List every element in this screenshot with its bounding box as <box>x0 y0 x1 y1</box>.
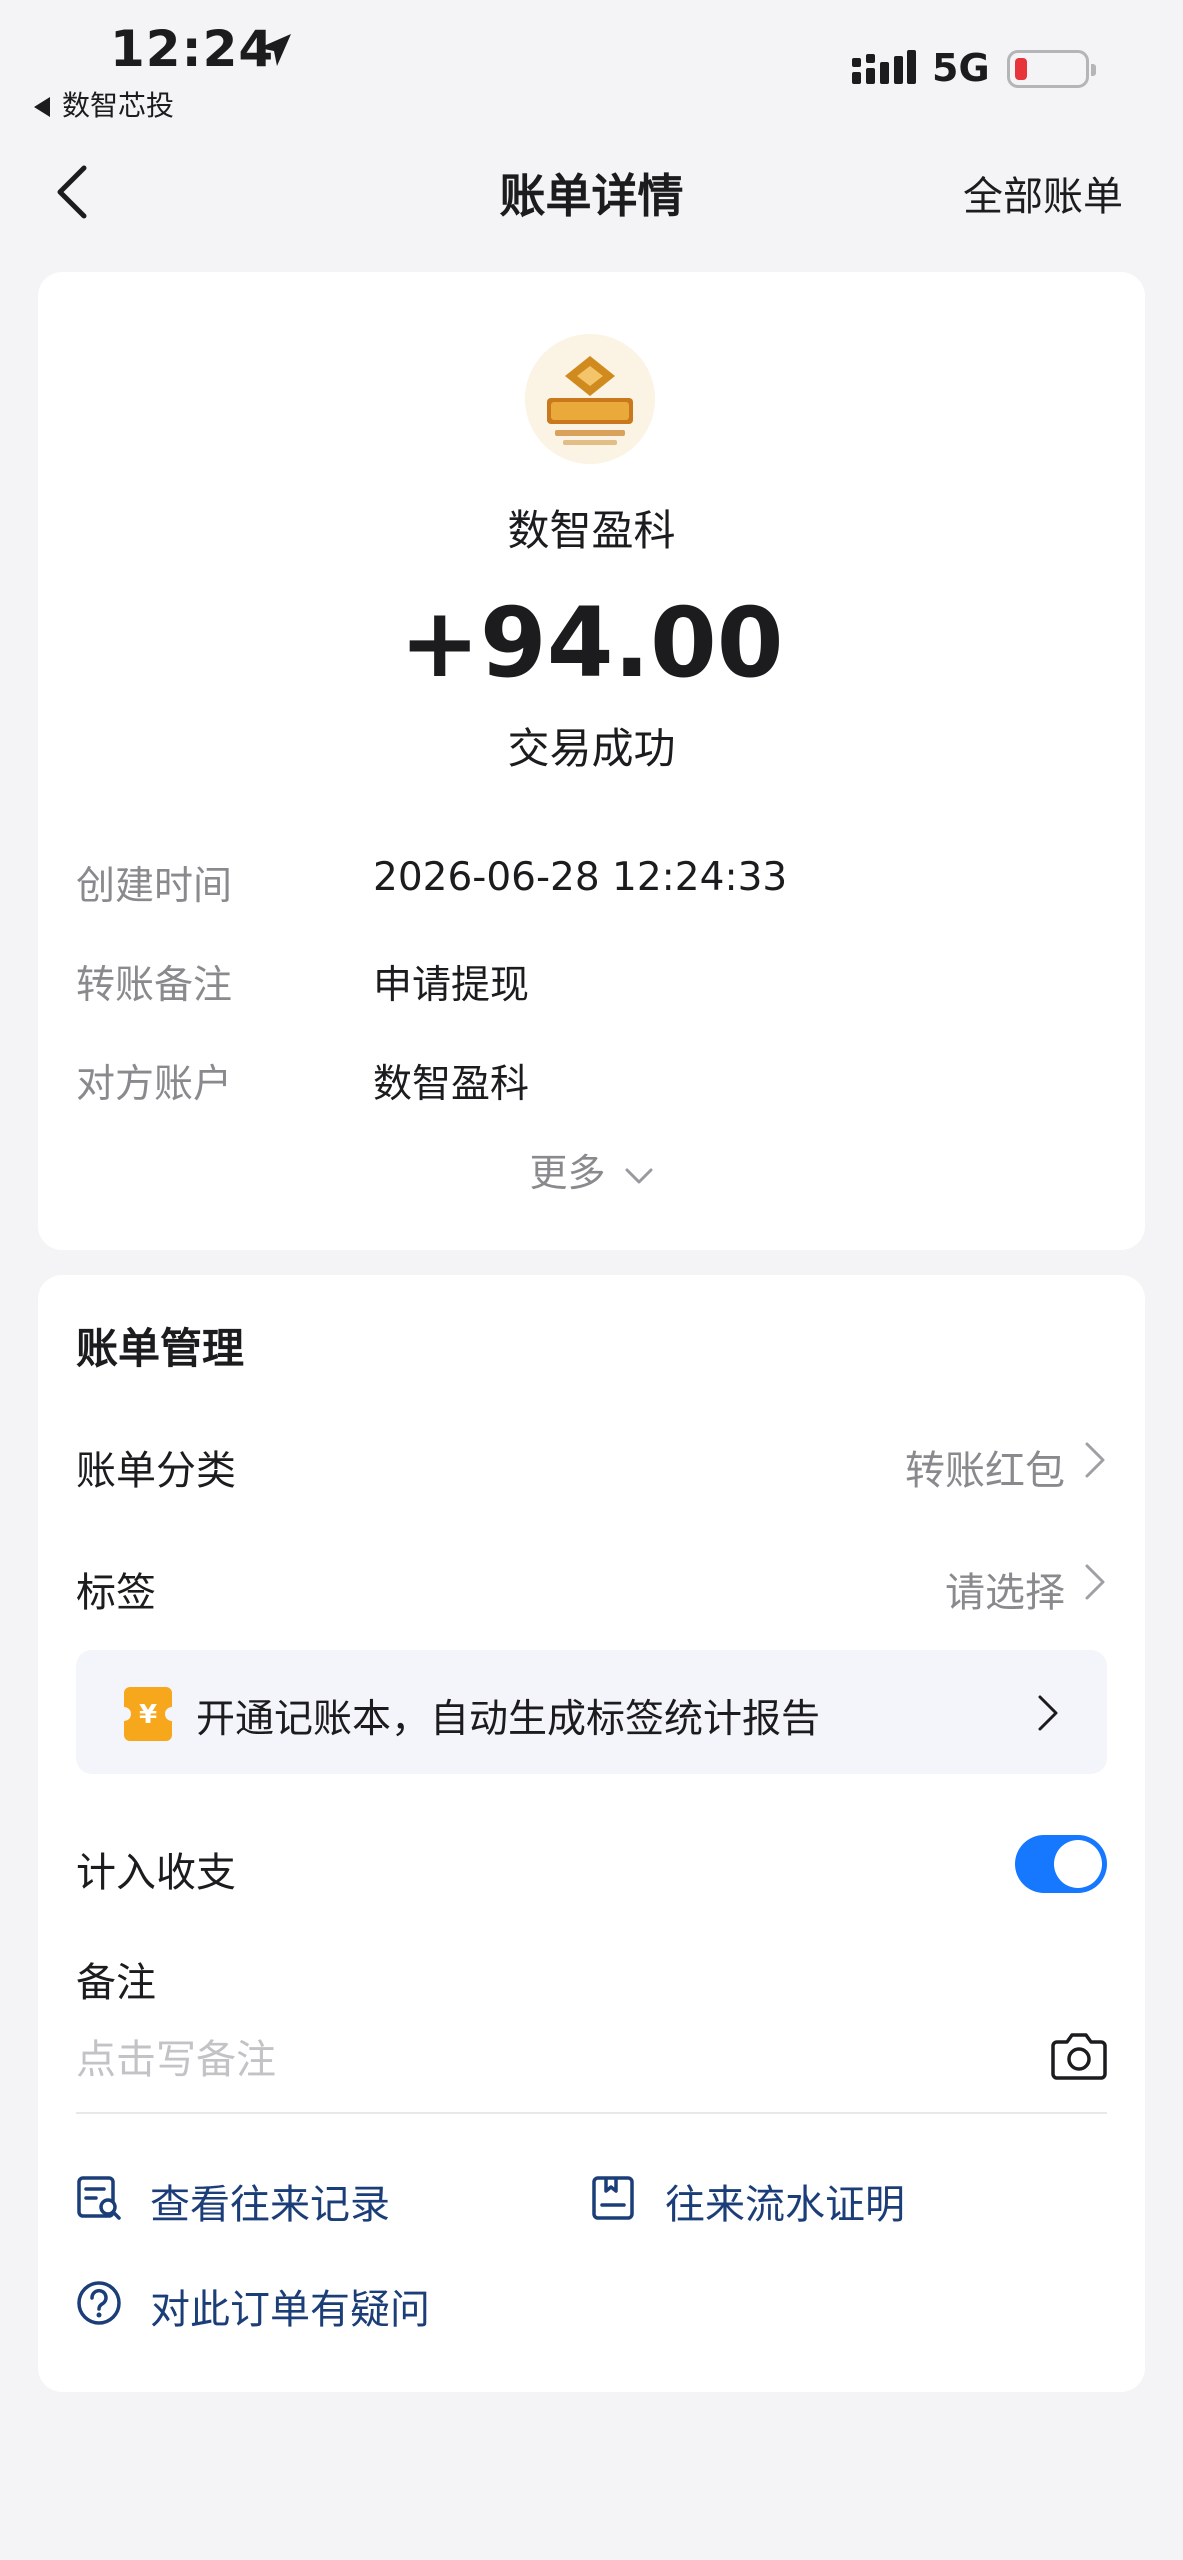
chevron-right-icon <box>1038 1695 1058 1731</box>
records-search-icon <box>77 2176 121 2220</box>
back-app-label: 数智芯投 <box>62 89 175 122</box>
transaction-status: 交易成功 <box>507 724 676 773</box>
status-time: 12:24 <box>110 20 275 78</box>
promo-text: 开通记账本，自动生成标签统计报告 <box>196 1697 821 1742</box>
battery-icon <box>1007 50 1096 88</box>
chevron-right-icon <box>1085 1564 1105 1600</box>
chevron-down-icon <box>625 1168 653 1183</box>
divider <box>76 2112 1107 2114</box>
question-circle-icon <box>77 2281 121 2325</box>
signal-icon <box>852 50 916 84</box>
include-in-stats-toggle[interactable] <box>1015 1835 1107 1893</box>
bookkeeping-promo-banner[interactable]: ¥ 开通记账本，自动生成标签统计报告 <box>76 1650 1107 1774</box>
statement-proof-label: 往来流水证明 <box>665 2182 905 2228</box>
include-in-stats-label: 计入收支 <box>76 1850 236 1896</box>
bill-management-card: 账单管理 账单分类 转账红包 标签 请选择 ¥ 开通记账本，自动生成标签统计报告… <box>38 1275 1145 2392</box>
created-time-value: 2026-06-28 12:24:33 <box>373 855 788 900</box>
merchant-logo <box>525 334 655 464</box>
merchant-logo-icon <box>525 334 655 464</box>
category-value: 转账红包 <box>905 1448 1065 1494</box>
created-time-label: 创建时间 <box>76 864 233 909</box>
category-label: 账单分类 <box>76 1448 236 1494</box>
status-bar: 12:24 数智芯投 5G <box>0 0 1183 130</box>
back-triangle-icon <box>34 97 50 117</box>
svg-text:¥: ¥ <box>139 1700 157 1730</box>
question-label: 对此订单有疑问 <box>150 2287 430 2333</box>
network-type: 5G <box>932 46 990 90</box>
counterparty-value: 数智盈科 <box>373 1062 530 1107</box>
more-toggle[interactable]: 更多 <box>38 1142 1145 1197</box>
location-arrow-icon <box>259 34 291 66</box>
all-bills-button[interactable]: 全部账单 <box>963 164 1123 222</box>
back-to-app-link[interactable]: 数智芯投 <box>34 84 174 124</box>
note-input[interactable]: 点击写备注 <box>76 2027 276 2085</box>
chevron-right-icon <box>1085 1442 1105 1478</box>
tag-value: 请选择 <box>945 1570 1065 1616</box>
statement-icon <box>592 2176 634 2220</box>
merchant-name: 数智盈科 <box>507 506 676 555</box>
nav-bar: 账单详情 全部账单 <box>0 140 1183 240</box>
camera-icon[interactable] <box>1051 2030 1107 2082</box>
counterparty-label: 对方账户 <box>76 1062 233 1107</box>
view-records-label: 查看往来记录 <box>150 2182 390 2228</box>
transfer-note-label: 转账备注 <box>76 963 233 1008</box>
transfer-note-value: 申请提现 <box>373 963 530 1008</box>
tag-label: 标签 <box>76 1570 156 1616</box>
coupon-yen-icon: ¥ <box>124 1687 172 1741</box>
note-label: 备注 <box>76 1960 156 2006</box>
transaction-amount: +94.00 <box>399 587 784 699</box>
bill-summary-card: 数智盈科 +94.00 交易成功 创建时间 2026-06-28 12:24:3… <box>38 272 1145 1250</box>
more-label: 更多 <box>529 1151 606 1195</box>
section-title: 账单管理 <box>76 1324 245 1373</box>
